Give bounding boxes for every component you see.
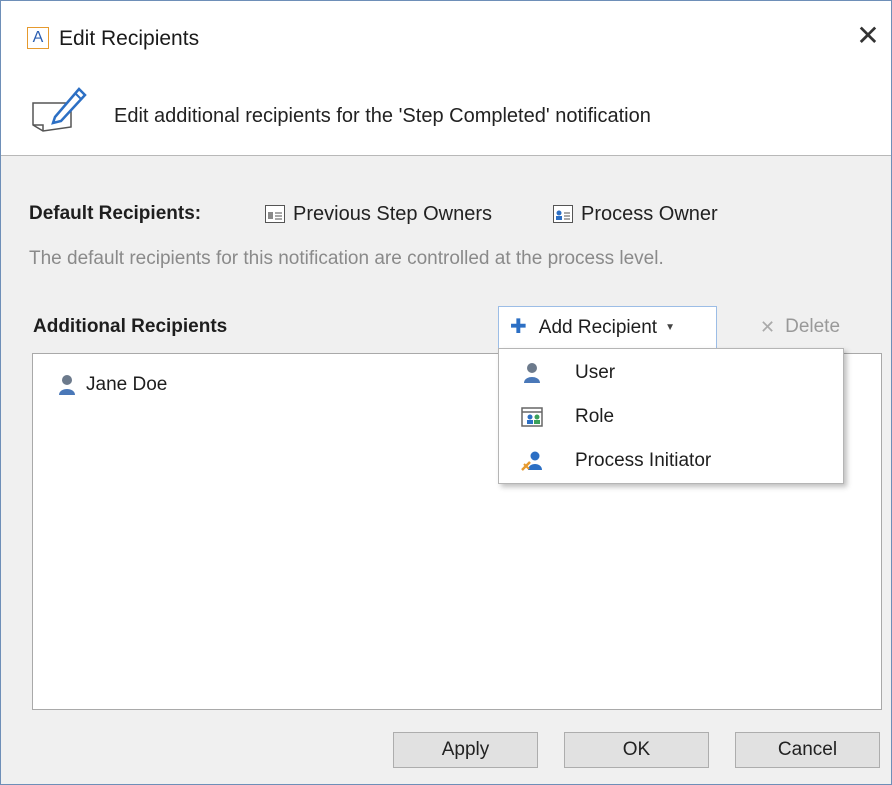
edit-recipients-dialog: A Edit Recipients ✕ Edit additional reci…	[0, 0, 892, 785]
default-recipient-label: Process Owner	[581, 203, 718, 225]
process-initiator-icon	[521, 451, 542, 471]
additional-recipients-label: Additional Recipients	[33, 316, 228, 337]
contact-card-icon	[265, 205, 285, 223]
edit-pen-icon	[32, 87, 87, 132]
delete-label: Delete	[785, 316, 841, 337]
menu-item-label: Role	[575, 406, 615, 427]
recipient-name: Jane Doe	[86, 374, 168, 395]
default-recipient-previous-step-owners: Previous Step Owners	[265, 202, 492, 226]
title-bar: A Edit Recipients ✕	[1, 1, 891, 81]
menu-item-process-initiator[interactable]: Process Initiator	[499, 439, 843, 483]
header-description: Edit additional recipients for the 'Step…	[114, 105, 651, 127]
contact-card-icon	[553, 205, 573, 223]
dialog-header: Edit additional recipients for the 'Step…	[1, 81, 891, 156]
add-recipient-menu: User Role Process Initiator	[498, 348, 844, 484]
menu-item-label: User	[575, 362, 616, 383]
apply-button[interactable]: Apply	[393, 732, 538, 768]
user-icon	[524, 363, 540, 383]
delete-icon: ✕	[760, 317, 776, 337]
chevron-down-icon: ▼	[665, 322, 675, 333]
delete-button[interactable]: ✕ Delete	[760, 315, 840, 339]
app-icon: A	[27, 27, 49, 49]
cancel-button[interactable]: Cancel	[735, 732, 880, 768]
default-recipients-note: The default recipients for this notifica…	[29, 248, 664, 269]
ok-button[interactable]: OK	[564, 732, 709, 768]
menu-item-role[interactable]: Role	[499, 395, 843, 439]
menu-item-user[interactable]: User	[499, 351, 843, 395]
role-icon	[521, 407, 543, 427]
default-recipient-label: Previous Step Owners	[293, 203, 492, 225]
default-recipient-process-owner: Process Owner	[553, 202, 718, 226]
default-recipients-label: Default Recipients:	[29, 203, 202, 224]
list-item[interactable]: Jane Doe	[58, 373, 167, 397]
plus-icon: ✚	[510, 316, 527, 338]
add-recipient-label: Add Recipient	[538, 317, 658, 338]
user-icon	[59, 375, 75, 395]
menu-item-label: Process Initiator	[575, 450, 712, 471]
add-recipient-button[interactable]: ✚ Add Recipient ▼	[498, 306, 717, 349]
window-title: Edit Recipients	[59, 27, 200, 50]
close-button[interactable]: ✕	[851, 19, 885, 53]
